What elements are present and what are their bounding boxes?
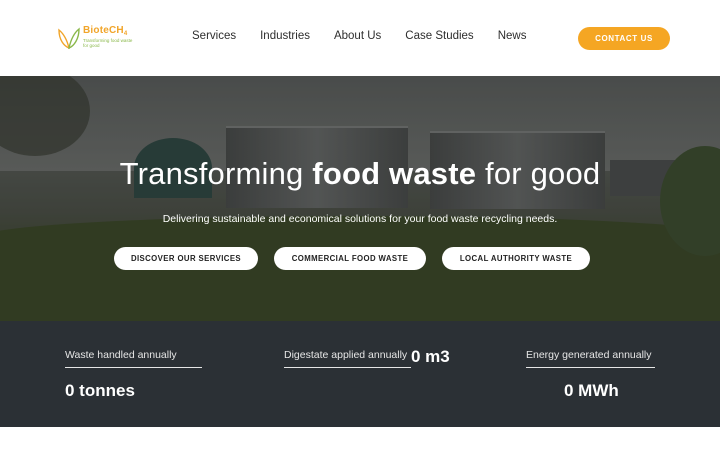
- stat-energy-divider: [526, 367, 655, 368]
- logo-wordmark-sub: 4: [123, 31, 128, 37]
- local-authority-waste-button[interactable]: LOCAL AUTHORITY WASTE: [442, 247, 590, 270]
- nav-case-studies[interactable]: Case Studies: [393, 30, 485, 42]
- logo-wordmark: BioteCH4: [83, 25, 127, 37]
- hero-title-prefix: Transforming: [119, 156, 313, 191]
- biotech4-logo[interactable]: BioteCH4 Transforming food waste for goo…: [56, 24, 136, 54]
- stats-bar: Waste handled annually 0 tonnes Digestat…: [0, 321, 720, 427]
- nav-industries[interactable]: Industries: [248, 30, 322, 42]
- hero-title-bold: food waste: [312, 156, 477, 191]
- nav-news[interactable]: News: [486, 30, 539, 42]
- stat-waste-divider: [65, 367, 202, 368]
- page-bottom: [0, 427, 720, 450]
- hero-title-suffix: for good: [476, 156, 601, 191]
- stat-energy-label: Energy generated annually: [526, 349, 652, 361]
- leaf-logo-icon: [58, 27, 80, 50]
- stat-digestate-label: Digestate applied annually: [284, 349, 408, 361]
- logo-wordmark-main: BioteCH: [83, 25, 124, 36]
- stat-digestate-divider: [284, 367, 411, 368]
- hero-subtitle: Delivering sustainable and economical so…: [162, 213, 558, 225]
- commercial-food-waste-button[interactable]: COMMERCIAL FOOD WASTE: [274, 247, 426, 270]
- discover-services-button[interactable]: DISCOVER OUR SERVICES: [114, 247, 258, 270]
- nav-about-us[interactable]: About Us: [322, 30, 393, 42]
- stat-digestate-value: 0 m3: [411, 347, 450, 366]
- hero-title: Transforming food waste for good: [0, 156, 720, 192]
- hero-overlay: [0, 76, 720, 321]
- hero-banner: Transforming food waste for good Deliver…: [0, 76, 720, 321]
- nav-services[interactable]: Services: [180, 30, 248, 42]
- stat-energy-value: 0 MWh: [564, 381, 619, 400]
- logo-tagline: Transforming food waste for good: [83, 38, 133, 48]
- stat-waste-label: Waste handled annually: [65, 349, 177, 361]
- site-header: BioteCH4 Transforming food waste for goo…: [0, 0, 720, 76]
- main-nav: Services Industries About Us Case Studie…: [180, 30, 538, 42]
- stat-waste-value: 0 tonnes: [65, 381, 135, 400]
- contact-us-button[interactable]: CONTACT US: [578, 27, 670, 50]
